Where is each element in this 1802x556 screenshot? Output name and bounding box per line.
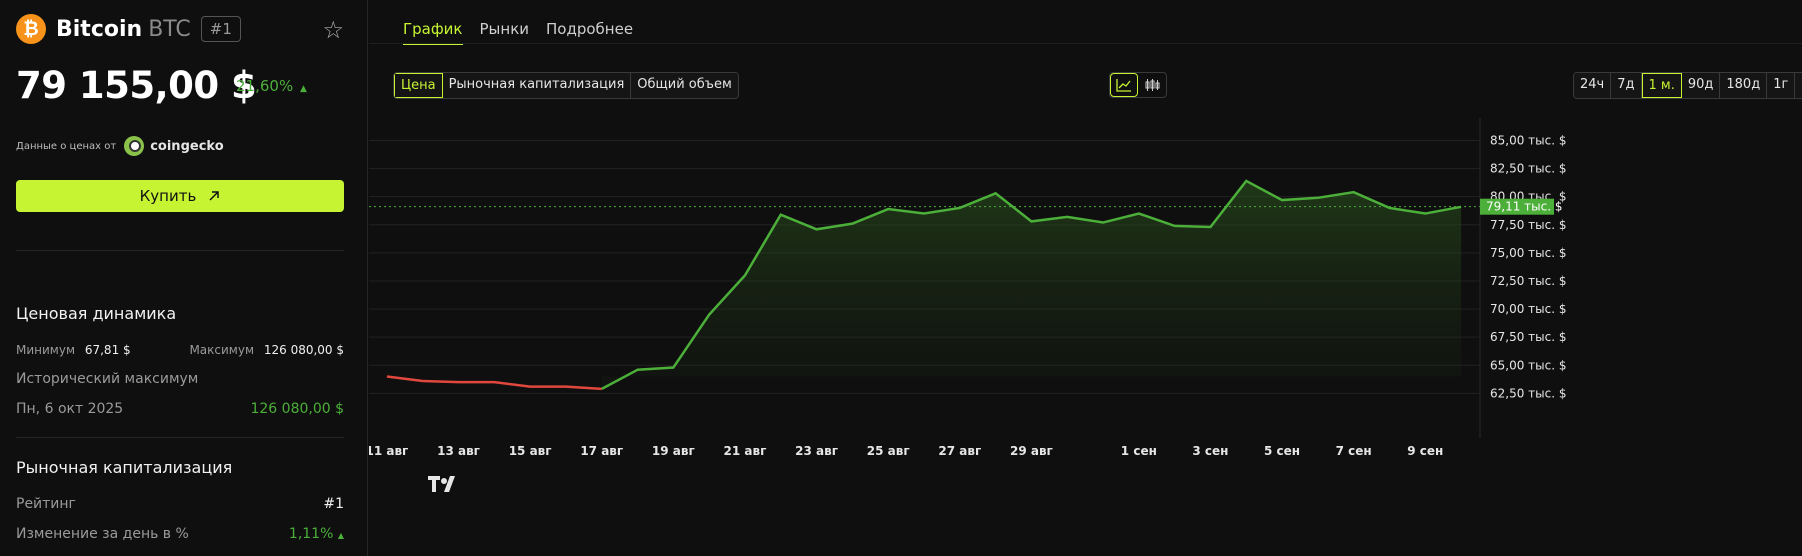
bitcoin-logo-icon: ₿ xyxy=(16,14,46,44)
y-tick-label: 62,50 тыс. $ xyxy=(1490,386,1567,400)
market-cap-title: Рыночная капитализация xyxy=(16,458,233,477)
price-dynamics-title: Ценовая динамика xyxy=(16,304,177,323)
mcap-change-value: 1,11% xyxy=(288,526,334,542)
ath-row: Исторический максимум xyxy=(16,371,344,387)
tab-chart[interactable]: График xyxy=(403,20,463,45)
ath-value: 126 080,00 $ xyxy=(250,401,344,417)
arrow-up-right-icon xyxy=(209,191,220,201)
rank-badge: #1 xyxy=(200,16,241,42)
divider xyxy=(16,437,344,438)
price-area-fill xyxy=(601,180,1462,389)
range-180d-button[interactable]: 180д xyxy=(1720,73,1768,98)
range-selector: 24ч 7д 1 м. 90д 180д 1г вс xyxy=(1573,72,1802,99)
candlestick-icon[interactable] xyxy=(1138,73,1166,97)
x-tick-label: 27 авг xyxy=(938,444,981,458)
metric-price-button[interactable]: Цена xyxy=(394,73,443,98)
x-tick-label: 13 авг xyxy=(437,444,480,458)
min-label: Минимум xyxy=(16,343,76,357)
price-provider: Данные о ценах от coingecko xyxy=(16,136,224,156)
x-tick-label: 15 авг xyxy=(509,444,552,458)
min-group: Минимум 67,81 $ xyxy=(16,343,131,357)
range-1y-button[interactable]: 1г xyxy=(1767,73,1796,98)
line-chart-icon[interactable] xyxy=(1110,73,1138,97)
mcap-change: 1,11% ▲ xyxy=(289,526,344,542)
provider-label: Данные о ценах от xyxy=(16,140,117,152)
price-line-down xyxy=(386,375,602,391)
chart-panel: График Рынки Подробнее Цена Рыночная кап… xyxy=(369,0,1802,556)
y-tick-label: 75,00 тыс. $ xyxy=(1490,246,1567,260)
y-tick-label: 70,00 тыс. $ xyxy=(1490,302,1567,316)
range-7d-button[interactable]: 7д xyxy=(1611,73,1642,98)
coin-header: ₿ Bitcoin BTC #1 ☆ xyxy=(16,14,344,44)
x-tick-label: 11 авг xyxy=(369,444,408,458)
x-tick-label: 5 сен xyxy=(1264,444,1300,458)
x-tick-label: 9 сен xyxy=(1407,444,1443,458)
current-price: 79 155,00 $ xyxy=(16,64,257,107)
coin-name: Bitcoin xyxy=(56,16,143,42)
divider xyxy=(16,250,344,251)
rank-row: Рейтинг #1 xyxy=(16,496,344,512)
x-tick-label: 23 авг xyxy=(795,444,838,458)
price-chart[interactable]: 85,00 тыс. $82,50 тыс. $80,00 тыс. $77,5… xyxy=(369,118,1802,538)
x-tick-label: 19 авг xyxy=(652,444,695,458)
metric-volume-button[interactable]: Общий объем xyxy=(631,73,738,98)
min-value: 67,81 $ xyxy=(84,343,131,357)
max-group: Максимум 126 080,00 $ xyxy=(189,343,344,357)
favorite-star-icon[interactable]: ☆ xyxy=(322,16,344,44)
tab-bar: График Рынки Подробнее xyxy=(403,20,633,45)
ath-label: Исторический максимум xyxy=(16,371,199,387)
max-value: 126 080,00 $ xyxy=(263,343,344,357)
mcap-change-arrow-icon: ▲ xyxy=(337,531,344,540)
range-all-button[interactable]: вс xyxy=(1795,73,1802,98)
y-tick-label: 85,00 тыс. $ xyxy=(1490,133,1567,147)
y-tick-label: 77,50 тыс. $ xyxy=(1490,218,1567,232)
min-max-row: Минимум 67,81 $ Максимум 126 080,00 $ xyxy=(16,343,344,357)
price-change-value: 21,60% xyxy=(236,77,294,95)
range-90d-button[interactable]: 90д xyxy=(1681,73,1721,98)
metric-selector: Цена Рыночная капитализация Общий объем xyxy=(393,72,739,99)
range-24h-button[interactable]: 24ч xyxy=(1574,73,1612,98)
y-tick-label: 67,50 тыс. $ xyxy=(1490,330,1567,344)
buy-button-label: Купить xyxy=(139,187,197,205)
y-tick-label: 82,50 тыс. $ xyxy=(1490,162,1567,176)
tabs-divider xyxy=(369,43,1802,44)
price-change-arrow-icon: ▲ xyxy=(299,84,307,94)
y-tick-label: 72,50 тыс. $ xyxy=(1490,274,1567,288)
chart-style-selector xyxy=(1109,72,1167,98)
coingecko-logo-icon xyxy=(124,136,145,156)
coin-symbol: BTC xyxy=(148,16,191,42)
current-price-label: 79,11 тыс. $ xyxy=(1486,200,1563,214)
tab-markets[interactable]: Рынки xyxy=(480,20,530,45)
rank-label: Рейтинг xyxy=(16,496,76,512)
x-tick-label: 17 авг xyxy=(580,444,623,458)
x-tick-label: 1 сен xyxy=(1121,444,1157,458)
x-tick-label: 25 авг xyxy=(867,444,910,458)
tradingview-logo-icon xyxy=(428,476,455,492)
price-change: 21,60% ▲ xyxy=(236,77,307,95)
x-tick-label: 3 сен xyxy=(1192,444,1228,458)
buy-button[interactable]: Купить xyxy=(16,180,344,212)
provider-name[interactable]: coingecko xyxy=(150,139,223,154)
y-tick-label: 65,00 тыс. $ xyxy=(1490,358,1567,372)
tab-details[interactable]: Подробнее xyxy=(546,20,633,45)
ath-date-row: Пн, 6 окт 2025 126 080,00 $ xyxy=(16,401,344,417)
rank-value: #1 xyxy=(323,496,344,512)
metric-market-cap-button[interactable]: Рыночная капитализация xyxy=(442,73,632,98)
mcap-change-label: Изменение за день в % xyxy=(16,526,189,542)
x-tick-label: 29 авг xyxy=(1010,444,1053,458)
x-tick-label: 7 сен xyxy=(1336,444,1372,458)
coin-sidebar: ₿ Bitcoin BTC #1 ☆ 79 155,00 $ 21,60% ▲ … xyxy=(0,0,368,556)
mcap-change-row: Изменение за день в % 1,11% ▲ xyxy=(16,526,344,542)
range-1m-button[interactable]: 1 м. xyxy=(1641,73,1682,98)
max-label: Максимум xyxy=(189,343,255,357)
x-tick-label: 21 авг xyxy=(724,444,767,458)
ath-date: Пн, 6 окт 2025 xyxy=(16,401,124,417)
